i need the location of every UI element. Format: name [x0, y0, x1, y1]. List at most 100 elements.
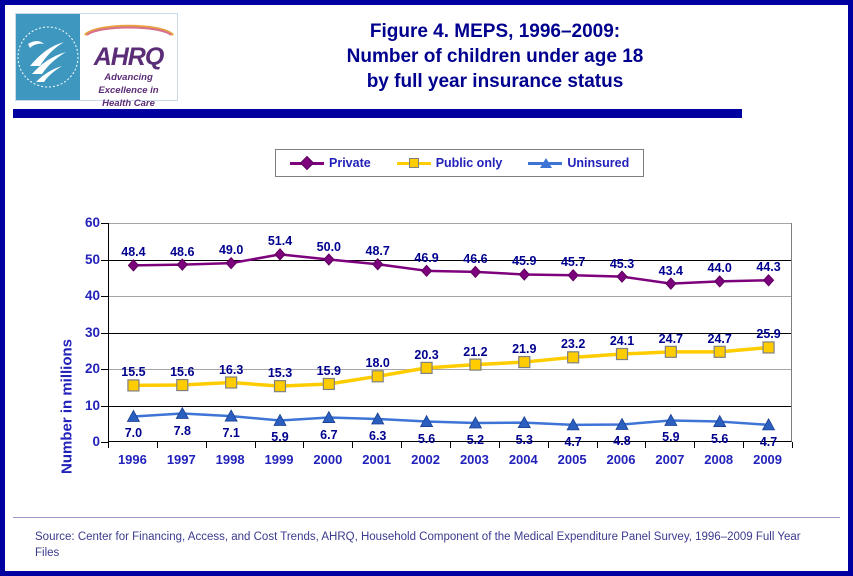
- data-label: 23.2: [560, 337, 586, 352]
- page-title: Figure 4. MEPS, 1996–2009: Number of chi…: [195, 19, 795, 94]
- x-tick-mark: [596, 442, 598, 448]
- ahrq-logo: AHRQ Advancing Excellence in Health Care: [15, 13, 178, 109]
- legend-marker-triangle-icon: [540, 158, 553, 168]
- x-tick-mark: [303, 442, 305, 448]
- data-label: 25.9: [756, 327, 781, 342]
- data-point-square-icon: [273, 380, 287, 393]
- x-tick-mark: [254, 442, 256, 448]
- data-label: 15.5: [121, 365, 146, 380]
- ahrq-tagline-2: Excellence in: [98, 85, 159, 96]
- rainbow-arc-icon: [83, 24, 174, 36]
- data-label: 7.0: [124, 426, 143, 441]
- y-tick-mark: [101, 405, 108, 407]
- x-tick-mark: [694, 442, 696, 448]
- data-label: 24.7: [658, 331, 684, 346]
- data-label: 46.9: [414, 250, 439, 265]
- x-tick-mark: [401, 442, 403, 448]
- x-tick-mark: [547, 442, 549, 448]
- data-point-diamond-icon: [518, 268, 530, 281]
- hhs-seal-icon: [16, 14, 80, 100]
- x-tick-mark: [743, 442, 745, 448]
- data-point-diamond-icon: [127, 259, 140, 272]
- y-tick-label: 60: [84, 215, 100, 230]
- header: AHRQ Advancing Excellence in Health Care…: [5, 5, 848, 118]
- x-tick-mark: [205, 442, 207, 448]
- legend-swatch-diamond: [290, 155, 324, 171]
- x-axis: 1996 1997 1998 1999 2000 2001 2002 2003 2004 2005…: [108, 442, 793, 482]
- title-line-1: Figure 4. MEPS, 1996–2009:: [369, 21, 621, 42]
- y-tick-mark: [101, 259, 108, 261]
- y-tick-mark: [101, 223, 108, 224]
- data-label: 15.9: [316, 363, 342, 378]
- data-point-square-icon: [176, 378, 189, 392]
- y-tick-mark: [101, 332, 108, 334]
- x-tick-mark: [450, 442, 451, 448]
- data-point-square-icon: [420, 361, 433, 375]
- x-tick-mark: [352, 442, 354, 448]
- data-point-square-icon: [322, 377, 335, 391]
- data-label: 48.7: [365, 244, 390, 259]
- data-point-square-icon: [762, 341, 775, 354]
- plot-area: 48.4 48.6 49.0 51.4 50.0 48.7 46.9 46.6 45.9 45.7…: [108, 223, 792, 449]
- legend-swatch-triangle: [528, 156, 563, 170]
- x-tick-mark: [108, 442, 109, 448]
- data-point-square-icon: [469, 358, 482, 371]
- footer-divider: [13, 517, 840, 518]
- data-label: 16.3: [218, 362, 244, 377]
- y-tick-label: 20: [84, 361, 100, 376]
- legend-item-uninsured[interactable]: Uninsured: [528, 156, 629, 170]
- data-label: 44.0: [707, 261, 732, 276]
- data-label: 21.9: [512, 342, 537, 357]
- legend-label: Private: [329, 156, 371, 170]
- data-point-diamond-icon: [176, 258, 188, 271]
- legend-item-public-only[interactable]: Public only: [396, 156, 502, 170]
- x-tick-mark: [498, 442, 500, 448]
- data-label: 20.3: [414, 347, 439, 362]
- data-label: 7.1: [222, 426, 240, 441]
- title-line-2: Number of children under age 18: [346, 46, 644, 67]
- data-point-square-icon: [127, 379, 140, 392]
- data-label: 48.6: [170, 244, 195, 259]
- header-divider: [13, 109, 742, 118]
- data-point-diamond-icon: [665, 277, 677, 290]
- data-label: 45.3: [609, 256, 635, 271]
- legend-marker-square-icon: [408, 158, 419, 168]
- data-label: 15.6: [170, 365, 195, 380]
- source-note: Source: Center for Financing, Access, an…: [35, 531, 801, 559]
- data-label: 50.0: [316, 239, 342, 254]
- ahrq-acronym: AHRQ: [93, 43, 165, 71]
- data-point-diamond-icon: [714, 275, 726, 288]
- y-tick-label: 10: [84, 397, 100, 413]
- data-label: 49.0: [218, 243, 244, 258]
- data-point-diamond-icon: [225, 256, 237, 270]
- y-tick-label: 40: [84, 288, 100, 303]
- legend-swatch-square: [396, 156, 431, 170]
- y-tick-mark: [101, 369, 108, 370]
- y-tick-mark: [101, 442, 108, 443]
- data-point-diamond-icon: [469, 265, 482, 279]
- x-tick-mark: [645, 442, 647, 448]
- data-point-square-icon: [713, 345, 726, 358]
- data-point-square-icon: [615, 347, 629, 361]
- x-tick-mark: [156, 442, 158, 448]
- data-point-square-icon: [371, 370, 384, 383]
- data-point-square-icon: [225, 376, 238, 389]
- y-tick-label: 50: [84, 251, 100, 267]
- y-tick-label: 0: [92, 434, 100, 449]
- title-line-3: by full year insurance status: [366, 71, 624, 92]
- slide-root: AHRQ Advancing Excellence in Health Care…: [0, 0, 853, 576]
- data-label: 45.9: [512, 254, 537, 269]
- legend-item-private[interactable]: Private: [290, 155, 371, 171]
- data-point-square-icon: [518, 355, 531, 369]
- x-tick-mark: [792, 442, 793, 448]
- data-label: 51.4: [267, 234, 293, 249]
- y-tick-label: 30: [84, 324, 100, 340]
- ahrq-wordmark: AHRQ Advancing Excellence in Health Care: [80, 14, 177, 109]
- data-label: 24.1: [609, 334, 635, 349]
- x-tick-label: 2009: [753, 452, 783, 467]
- data-point-square-icon: [567, 351, 580, 364]
- data-point-diamond-icon: [323, 253, 335, 266]
- data-label: 24.7: [707, 331, 732, 346]
- data-label: 43.4: [658, 263, 684, 278]
- hhs-eagle-icon: [17, 26, 79, 88]
